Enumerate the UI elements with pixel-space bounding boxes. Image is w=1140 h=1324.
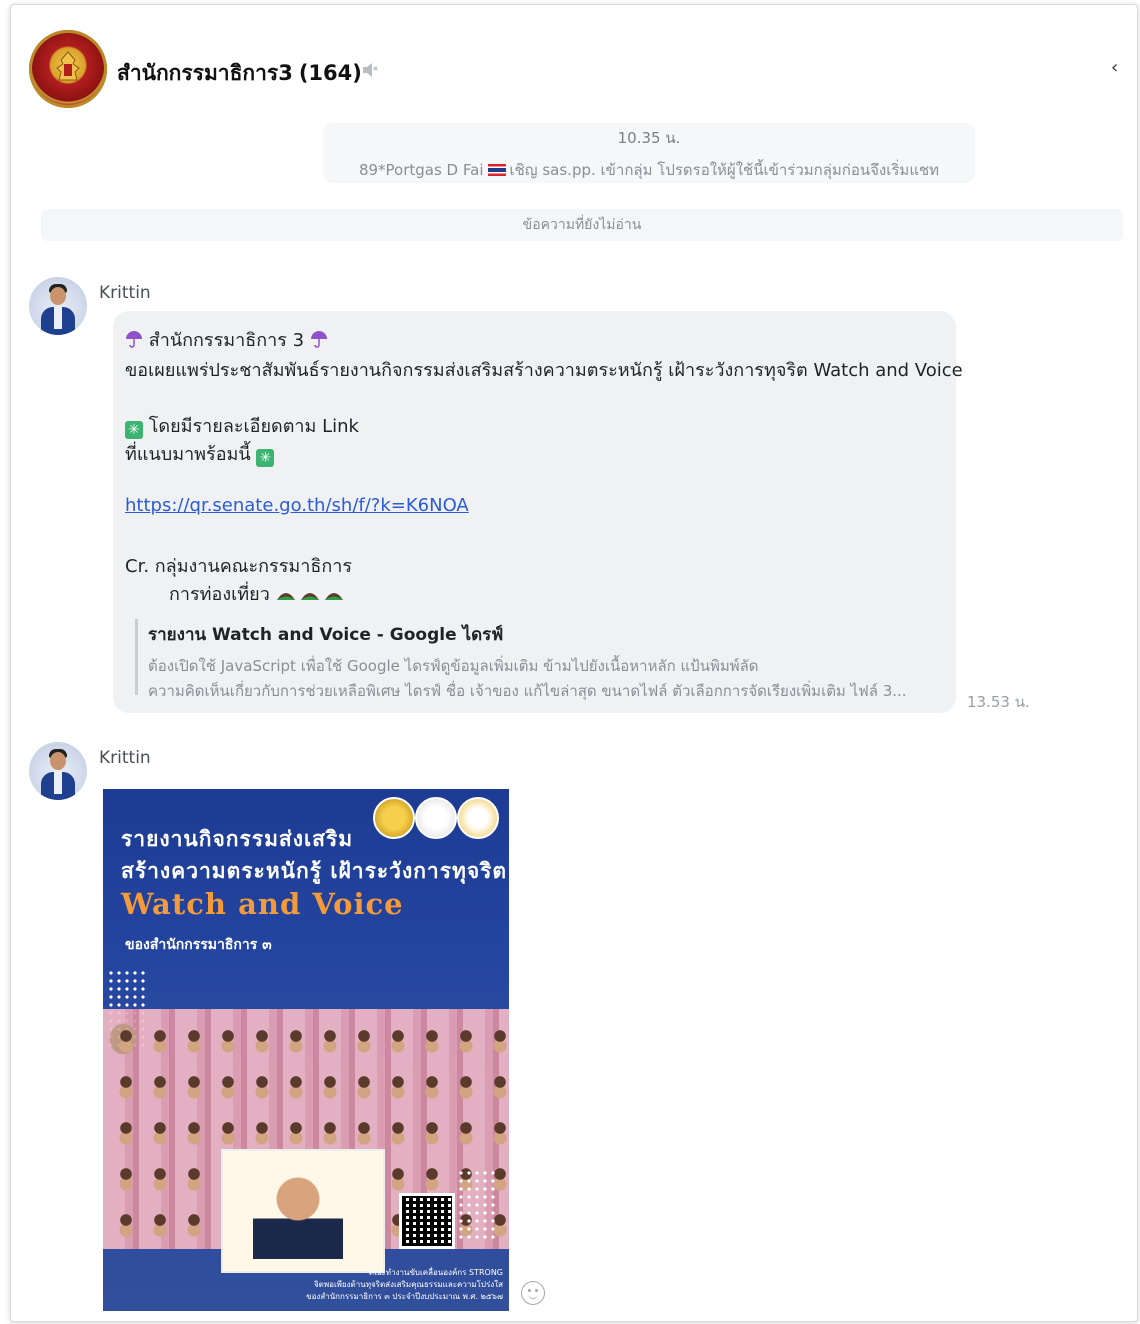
sender-name[interactable]: Krittin [99,748,151,768]
sender-name[interactable]: Krittin [99,283,151,303]
preview-desc-line-1: ต้องเปิดใช้ JavaScript เพื่อใช้ Google ไ… [148,657,759,675]
poster-image[interactable]: รายงานกิจกรรมส่งเสริม สร้างความตระหนักรู… [103,789,509,1311]
portrait-photo [253,1169,343,1259]
poster-title-1: รายงานกิจกรรมส่งเสริม [121,826,354,851]
message-announce: ขอเผยแพร่ประชาสัมพันธ์รายงานกิจกรรมส่งเส… [125,360,963,381]
message-title-line: สำนักกรรมาธิการ 3 [125,325,328,354]
poster-footer-2: จิตพอเพียงต้านทุจริตส่งเสริมคุณธรรมและคว… [313,1280,503,1289]
emoji-reaction-icon[interactable] [521,1281,545,1305]
sender-avatar[interactable] [29,742,87,800]
message-detail-1: ✳ โดยมีรายละเอียดตาม Link [125,411,359,440]
member-count: (164) [298,61,362,85]
poster-footer-3: ของสำนักกรรมาธิการ ๓ ประจำปีงบประมาณ พ.ศ… [306,1292,503,1301]
qr-code-icon [399,1193,455,1249]
link-preview[interactable]: รายงาน Watch and Voice - Google ไดรฟ์ ต้… [135,619,948,700]
poster-footer: คณะทำงานขับเคลื่อนองค์กร STRONG จิตพอเพี… [223,1267,503,1303]
senate-emblem-icon [56,51,80,81]
strong-logo-icon [373,797,415,839]
poster-highlight: Watch and Voice [121,887,404,921]
umbrella-icon [126,331,142,348]
group-title[interactable]: สำนักกรรมาธิการ3 (164) [117,57,362,90]
poster-footer-1: คณะทำงานขับเคลื่อนองค์กร STRONG [368,1268,503,1277]
sparkle-icon: ✳ [256,449,275,467]
link-preview-description: ต้องเปิดใช้ JavaScript เพื่อใช้ Google ไ… [148,654,938,704]
system-message: 10.35 น. 89*Portgas D Fai เชิญ sas.pp. เข… [323,123,975,183]
system-message-time: 10.35 น. [617,129,681,147]
c3-logo-icon [457,797,499,839]
chevron-left-icon[interactable]: ‹ [1111,59,1123,77]
inviter-name: 89*Portgas D Fai [358,161,484,179]
message-time: 13.53 น. [967,693,1030,711]
leaf-icon [300,593,319,600]
message-title: สำนักกรรมาธิการ 3 [148,330,305,351]
group-avatar[interactable] [29,30,107,108]
number-three-logo-icon [415,797,457,839]
message-link[interactable]: https://qr.senate.go.th/sh/f/?k=K6NOA [125,495,469,516]
umbrella-icon [310,331,327,348]
poster-logos [373,797,499,839]
link-preview-title[interactable]: รายงาน Watch and Voice - Google ไดรฟ์ [148,621,948,648]
detail-text-1: โดยมีรายละเอียดตาม Link [148,416,359,437]
detail-text-2: ที่แนบมาพร้อมนี้ [125,444,251,465]
poster-title-2: สร้างความตระหนักรู้ เฝ้าระวังการทุจริต [121,858,508,883]
sparkle-icon: ✳ [125,421,143,439]
thai-flag-icon [487,164,506,176]
chat-window: สำนักกรรมาธิการ3 (164) ‹ 10.35 น. 89*Port… [10,4,1138,1322]
chat-header: สำนักกรรมาธิการ3 (164) ‹ [11,5,1137,129]
group-name: สำนักกรรมาธิการ3 [117,61,293,85]
speaker-muted-icon [363,63,378,77]
message-credit-1: Cr. กลุ่มงานคณะกรรมาธิการ [125,556,353,577]
poster-subtitle: ของสำนักกรรมาธิการ ๓ [125,937,272,953]
message-bubble[interactable]: สำนักกรรมาธิการ 3 ขอเผยแพร่ประชาสัมพันธ์… [113,311,963,713]
system-message-text: 89*Portgas D Fai เชิญ sas.pp. เข้ากลุ่ม โ… [323,158,975,182]
message-credit-2: การท่องเที่ยว [169,579,348,608]
message-detail-2: ที่แนบมาพร้อมนี้ ✳ [125,439,275,468]
message-link-line: https://qr.senate.go.th/sh/f/?k=K6NOA [125,495,469,516]
invite-text: เชิญ sas.pp. เข้ากลุ่ม โปรดรอให้ผู้ใช้นี… [509,161,940,179]
credit-text-2: การท่องเที่ยว [169,584,270,605]
preview-desc-line-2: ความคิดเห็นเกี่ยวกับการช่วยเหลือพิเศษ ได… [148,682,907,700]
unread-divider: ข้อความที่ยังไม่อ่าน [41,209,1123,241]
sender-avatar[interactable] [29,277,87,335]
leaf-icon [324,593,343,600]
leaf-icon [276,593,295,600]
dot-pattern [457,1169,497,1239]
